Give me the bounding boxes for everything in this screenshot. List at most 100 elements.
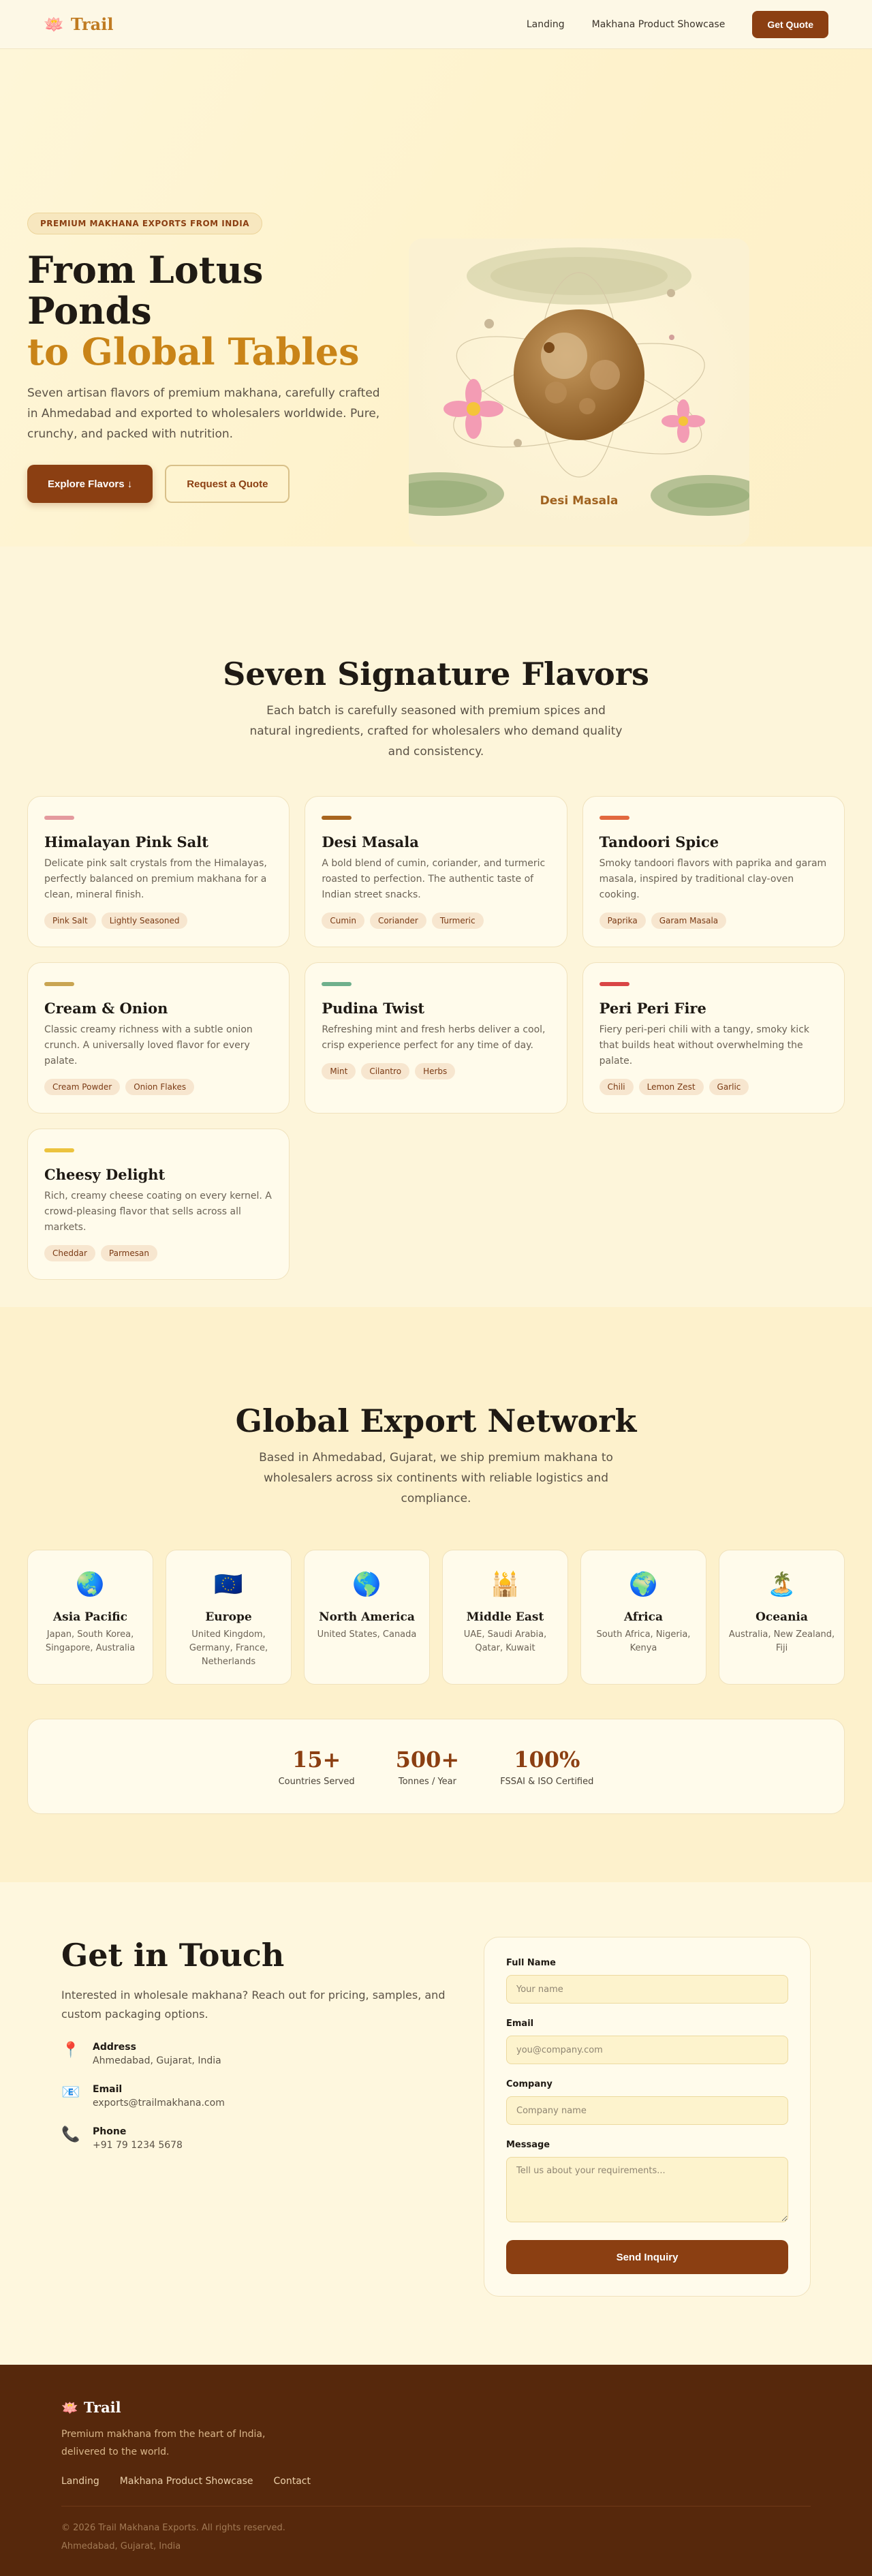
send-inquiry-button[interactable]: Send Inquiry (506, 2240, 788, 2274)
flavor-card[interactable]: Peri Peri Fire Fiery peri-peri chili with… (582, 962, 845, 1114)
nav-link-showcase[interactable]: Makhana Product Showcase (592, 19, 726, 30)
region-card: 🌍 Africa South Africa, Nigeria, Kenya (580, 1550, 706, 1685)
flavor-description: Refreshing mint and fresh herbs deliver … (322, 1024, 546, 1051)
explore-flavors-button[interactable]: Explore Flavors ↓ (27, 465, 153, 503)
flavor-card[interactable]: Cheesy Delight Rich, creamy cheese coatin… (27, 1129, 290, 1280)
flavor-card[interactable]: Desi Masala A bold blend of cumin, corian… (305, 796, 567, 947)
contact-title: Get in Touch (61, 1937, 285, 1974)
flavor-color-bar (44, 816, 74, 820)
lotus-icon: 🪷 (61, 2399, 78, 2416)
region-card: 🇪🇺 Europe United Kingdom, Germany, France,… (166, 1550, 292, 1685)
flavor-color-bar (599, 982, 629, 986)
flavor-tags: Paprika Garam Masala (599, 913, 828, 929)
region-countries: Japan, South Korea, Singapore, Australia (45, 1629, 136, 1653)
flavor-card[interactable]: Tandoori Spice Smoky tandoori flavors wit… (582, 796, 845, 947)
region-card: 🌎 North America United States, Canada (304, 1550, 430, 1685)
flavor-card[interactable]: Pudina Twist Refreshing mint and fresh he… (305, 962, 567, 1114)
address-value: Ahmedabad, Gujarat, India (93, 2055, 221, 2066)
region-name: Asia Pacific (52, 1610, 127, 1624)
brand-logo[interactable]: 🪷 Trail (44, 14, 113, 34)
flavor-description: Classic creamy richness with a subtle on… (44, 1024, 253, 1067)
region-countries: United States, Canada (317, 1629, 417, 1640)
flavors-section: Seven Signature Flavors Each batch is ca… (0, 547, 872, 1307)
hero-buttons: Explore Flavors ↓ Request a Quote (27, 465, 382, 503)
full-name-input[interactable] (506, 1975, 788, 2004)
hero-title: From Lotus Ponds to Global Tables (27, 249, 382, 372)
map-pin-icon: 📍 (61, 2042, 80, 2059)
flavor-tag: Turmeric (431, 913, 484, 929)
flavor-name: Desi Masala (322, 833, 419, 850)
footer-brand[interactable]: 🪷 Trail (61, 2399, 811, 2416)
flavor-tags: Chili Lemon Zest Garlic (599, 1079, 828, 1095)
stat-item: 500+ Tonnes / Year (396, 1747, 460, 1787)
region-name: Europe (205, 1610, 252, 1624)
export-title: Global Export Network (235, 1402, 637, 1439)
export-section: Global Export Network Based in Ahmedabad… (0, 1307, 872, 1882)
stat-item: 15+ Countries Served (279, 1747, 355, 1787)
flavor-tag: Lightly Seasoned (101, 913, 188, 929)
flavor-color-bar (322, 982, 352, 986)
region-card: 🏝️ Oceania Australia, New Zealand, Fiji (719, 1550, 845, 1685)
message-label: Message (506, 2140, 550, 2150)
flavor-tag: Paprika (599, 913, 646, 929)
flavor-tag: Chili (599, 1079, 634, 1095)
flavor-card[interactable]: Himalayan Pink Salt Delicate pink salt cr… (27, 796, 290, 947)
stats-panel: 15+ Countries Served 500+ Tonnes / Year 100%… (27, 1719, 845, 1814)
flavor-description: Delicate pink salt crystals from the Him… (44, 858, 267, 900)
globe-icon: 🌎 (352, 1571, 382, 1598)
region-card: 🌏 Asia Pacific Japan, South Korea, Singapo… (27, 1550, 153, 1685)
flavor-tags: Cumin Coriander Turmeric (322, 913, 550, 929)
address-label: Address (93, 2042, 136, 2053)
message-textarea[interactable] (506, 2157, 788, 2222)
flavor-tag: Onion Flakes (125, 1079, 195, 1095)
email-value[interactable]: exports@trailmakhana.com (93, 2098, 225, 2109)
hero-title-line1: From Lotus Ponds (27, 248, 264, 333)
get-quote-button[interactable]: Get Quote (752, 10, 828, 38)
flavor-tag: Cream Powder (44, 1079, 121, 1095)
flavor-color-bar (322, 816, 352, 820)
stat-item: 100% FSSAI & ISO Certified (500, 1747, 593, 1787)
flavor-card[interactable]: Cream & Onion Classic creamy richness wit… (27, 962, 290, 1114)
makhana-illustration: Desi Masala (409, 239, 749, 545)
flavor-description: Rich, creamy cheese coating on every ker… (44, 1191, 272, 1233)
company-input[interactable] (506, 2096, 788, 2125)
flavor-tags: Mint Cilantro Herbs (322, 1063, 550, 1079)
email-info: 📧 Email exports@trailmakhana.com (61, 2084, 470, 2109)
flavor-tag: Mint (322, 1063, 356, 1079)
region-name: Africa (624, 1610, 663, 1624)
company-label: Company (506, 2079, 552, 2089)
inquiry-form: Full Name Email Company Message Send Inq… (484, 1937, 811, 2297)
stat-value: 500+ (395, 1746, 460, 1773)
flavor-tag: Cheddar (44, 1245, 95, 1261)
request-quote-button[interactable]: Request a Quote (165, 465, 290, 503)
flavor-tag: Garlic (708, 1079, 749, 1095)
contact-info: Get in Touch Interested in wholesale mak… (61, 1937, 470, 2297)
brand-name: Trail (70, 14, 114, 34)
stat-label: Tonnes / Year (398, 1776, 456, 1787)
flavor-color-bar (599, 816, 629, 820)
hero-description: Seven artisan flavors of premium makhana… (27, 386, 380, 441)
flavor-tags: Pink Salt Lightly Seasoned (44, 913, 272, 929)
export-subtitle: Based in Ahmedabad, Gujarat, we ship pre… (259, 1451, 613, 1505)
footer-link-contact[interactable]: Contact (273, 2476, 310, 2487)
region-countries: Australia, New Zealand, Fiji (728, 1629, 835, 1653)
globe-icon: 🕌 (490, 1571, 520, 1598)
nav-link-landing[interactable]: Landing (527, 19, 565, 30)
flavor-tag: Coriander (369, 913, 426, 929)
footer-link-landing[interactable]: Landing (61, 2476, 99, 2487)
region-card: 🕌 Middle East UAE, Saudi Arabia, Qatar, Ku… (442, 1550, 568, 1685)
flavor-tag: Garam Masala (651, 913, 727, 929)
flavor-name: Pudina Twist (322, 1000, 425, 1017)
full-name-label: Full Name (506, 1958, 556, 1968)
globe-icon: 🇪🇺 (214, 1571, 243, 1598)
phone-value[interactable]: +91 79 1234 5678 (93, 2140, 183, 2151)
region-name: Middle East (466, 1610, 544, 1624)
email-field[interactable] (506, 2036, 788, 2064)
region-grid: 🌏 Asia Pacific Japan, South Korea, Singapo… (27, 1550, 845, 1685)
region-countries: South Africa, Nigeria, Kenya (596, 1629, 691, 1653)
flavors-title: Seven Signature Flavors (223, 656, 649, 692)
hero-image-caption: Desi Masala (540, 494, 619, 508)
footer-link-showcase[interactable]: Makhana Product Showcase (120, 2476, 253, 2487)
footer: 🪷 Trail Premium makhana from the heart o… (0, 2365, 872, 2576)
stat-label: FSSAI & ISO Certified (500, 1776, 594, 1787)
